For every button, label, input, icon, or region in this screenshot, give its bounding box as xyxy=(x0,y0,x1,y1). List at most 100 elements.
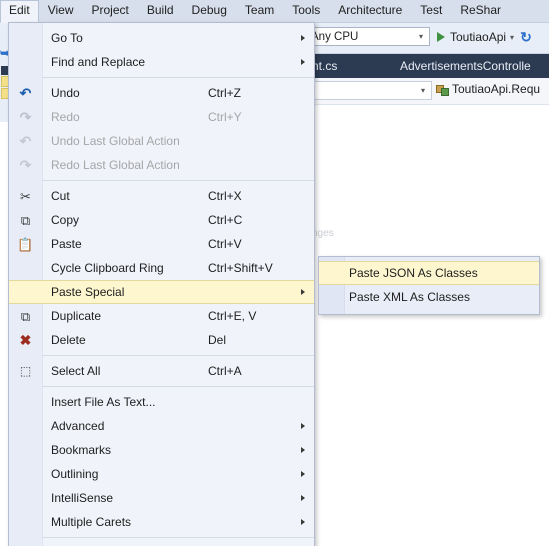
chevron-down-icon: ▾ xyxy=(418,32,423,41)
submenu-item-paste-xml-as-classes[interactable]: Paste XML As Classes xyxy=(319,285,539,309)
paste-special-submenu[interactable]: Paste JSON As Classes Paste XML As Classe… xyxy=(318,256,540,315)
menu-item-undo-last-global-action: ↶ Undo Last Global Action xyxy=(9,129,314,153)
menubar-item-debug[interactable]: Debug xyxy=(183,0,236,22)
menubar-item-tools[interactable]: Tools xyxy=(283,0,329,22)
menu-item-label: Advanced xyxy=(51,419,105,433)
redo-icon: ↷ xyxy=(19,109,32,125)
menu-item-icon: ↶ xyxy=(9,134,42,148)
menu-item-find-and-replace[interactable]: Find and Replace xyxy=(9,50,314,74)
submenu-arrow-icon xyxy=(301,423,305,429)
menu-item-redo-last-global-action: ↷ Redo Last Global Action xyxy=(9,153,314,177)
menu-item-shortcut: Ctrl+E, V xyxy=(208,309,257,323)
undo-icon: ↶ xyxy=(19,85,32,101)
menu-item-intellisense[interactable]: IntelliSense xyxy=(9,486,314,510)
menu-item-label: Undo Last Global Action xyxy=(51,134,180,148)
menu-separator xyxy=(42,180,314,181)
start-debug-label: ToutiaoApi xyxy=(450,30,507,44)
menu-item-cut[interactable]: ✂ Cut Ctrl+X xyxy=(9,184,314,208)
menu-item-outlining[interactable]: Outlining xyxy=(9,462,314,486)
menubar-item-architecture[interactable]: Architecture xyxy=(329,0,411,22)
menu-item-icon: ⧉ xyxy=(9,310,42,323)
submenu-item-label: Paste XML As Classes xyxy=(349,290,470,304)
menu-item-label: Undo xyxy=(51,86,80,100)
submenu-arrow-icon xyxy=(301,59,305,65)
ide-window: nges ▾ ToutiaoApi.Requ lient.cs Advertis… xyxy=(0,0,549,546)
menu-item-icon: ⬚ xyxy=(9,365,42,377)
copy-icon: ⧉ xyxy=(20,308,31,324)
menu-item-label: Insert File As Text... xyxy=(51,395,156,409)
select-all-icon: ⬚ xyxy=(19,364,32,378)
chevron-down-icon[interactable]: ▾ xyxy=(506,33,518,42)
menu-item-go-to[interactable]: Go To xyxy=(9,26,314,50)
menu-item-shortcut: Ctrl+Shift+V xyxy=(208,261,273,275)
menu-item-shortcut: Ctrl+C xyxy=(208,213,243,227)
menu-item-label: Duplicate xyxy=(51,309,102,323)
menu-item-label: Multiple Carets xyxy=(51,515,132,529)
tab-advertisements-controller[interactable]: AdvertisementsControlle xyxy=(400,53,531,78)
menu-item-paste[interactable]: 📋 Paste Ctrl+V xyxy=(9,232,314,256)
chevron-down-icon: ▾ xyxy=(420,86,425,95)
paste-special-submenu-items: Paste JSON As Classes Paste XML As Classe… xyxy=(319,261,539,309)
menubar-item-edit[interactable]: Edit xyxy=(0,0,39,23)
menu-item-label: Go To xyxy=(51,31,83,45)
tab-label: AdvertisementsControlle xyxy=(400,58,531,73)
menu-item-label: Copy xyxy=(51,213,80,227)
editor-ghost-text: nges xyxy=(312,228,334,239)
submenu-arrow-icon xyxy=(301,289,305,295)
menu-item-shortcut: Ctrl+V xyxy=(208,237,242,251)
main-menu-bar: Edit View Project Build Debug Team Tools Archit… xyxy=(0,0,549,23)
menubar-item-team[interactable]: Team xyxy=(236,0,283,22)
platform-target-dropdown[interactable]: Any CPU ▾ xyxy=(305,27,430,46)
menu-item-duplicate[interactable]: ⧉ Duplicate Ctrl+E, V xyxy=(9,304,314,328)
menu-item-label: Paste Special xyxy=(51,285,125,299)
menu-item-label: Bookmarks xyxy=(51,443,112,457)
menubar-item-project[interactable]: Project xyxy=(82,0,137,22)
undo-gray-icon: ↶ xyxy=(19,133,32,149)
refresh-icon[interactable]: ↻ xyxy=(520,29,532,46)
menu-item-undo[interactable]: ↶ Undo Ctrl+Z xyxy=(9,81,314,105)
main-menu-items: Edit View Project Build Debug Team Tools Archit… xyxy=(0,0,510,23)
menubar-item-view[interactable]: View xyxy=(39,0,83,22)
menu-item-label: Cycle Clipboard Ring xyxy=(51,261,164,275)
menu-item-insert-file-as-text[interactable]: Insert File As Text... xyxy=(9,390,314,414)
menu-item-shortcut: Del xyxy=(208,333,227,347)
menu-item-shortcut: Ctrl+A xyxy=(208,364,242,378)
copy-icon: ⧉ xyxy=(20,212,31,228)
menu-item-select-all[interactable]: ⬚ Select All Ctrl+A xyxy=(9,359,314,383)
start-debug-button[interactable]: ToutiaoApi ▾ ↻ xyxy=(437,28,532,46)
menu-item-next-method[interactable]: Next Method xyxy=(9,541,314,546)
scissors-icon: ✂ xyxy=(20,188,31,204)
submenu-arrow-icon xyxy=(301,495,305,501)
menu-item-shortcut: Ctrl+Y xyxy=(208,110,242,124)
menu-item-paste-special[interactable]: Paste Special xyxy=(9,280,314,304)
menu-item-delete[interactable]: ✖ Delete Del xyxy=(9,328,314,352)
edit-dropdown-menu[interactable]: Go To Find and Replace ↶ Undo Ctrl+Z ↷ Redo Ctr… xyxy=(8,22,315,546)
redo-gray-icon: ↷ xyxy=(19,157,32,173)
menu-separator xyxy=(42,355,314,356)
platform-target-value: Any CPU xyxy=(311,30,359,43)
menu-item-label: Find and Replace xyxy=(51,55,146,69)
menu-item-icon: ✂ xyxy=(9,190,42,203)
submenu-item-paste-json-as-classes[interactable]: Paste JSON As Classes xyxy=(319,261,539,285)
menubar-item-test[interactable]: Test xyxy=(411,0,451,22)
menu-separator xyxy=(42,77,314,78)
menu-item-bookmarks[interactable]: Bookmarks xyxy=(9,438,314,462)
delete-icon: ✖ xyxy=(19,332,32,348)
menubar-item-reshar[interactable]: ReShar xyxy=(451,0,510,22)
menu-item-label: Redo xyxy=(51,110,80,124)
namespace-icon xyxy=(436,83,449,96)
menu-item-label: Cut xyxy=(51,189,70,203)
menu-item-multiple-carets[interactable]: Multiple Carets xyxy=(9,510,314,534)
menu-item-copy[interactable]: ⧉ Copy Ctrl+C xyxy=(9,208,314,232)
menu-item-cycle-clipboard-ring[interactable]: Cycle Clipboard Ring Ctrl+Shift+V xyxy=(9,256,314,280)
menubar-item-build[interactable]: Build xyxy=(138,0,183,22)
menu-item-label: Outlining xyxy=(51,467,99,481)
play-icon xyxy=(437,32,445,42)
menu-item-label: Select All xyxy=(51,364,101,378)
menu-item-icon: 📋 xyxy=(9,238,42,251)
menu-item-advanced[interactable]: Advanced xyxy=(9,414,314,438)
navbar-namespace[interactable]: ToutiaoApi.Requ xyxy=(436,82,540,96)
submenu-arrow-icon xyxy=(301,35,305,41)
menu-item-shortcut: Ctrl+Z xyxy=(208,86,241,100)
submenu-arrow-icon xyxy=(301,471,305,477)
